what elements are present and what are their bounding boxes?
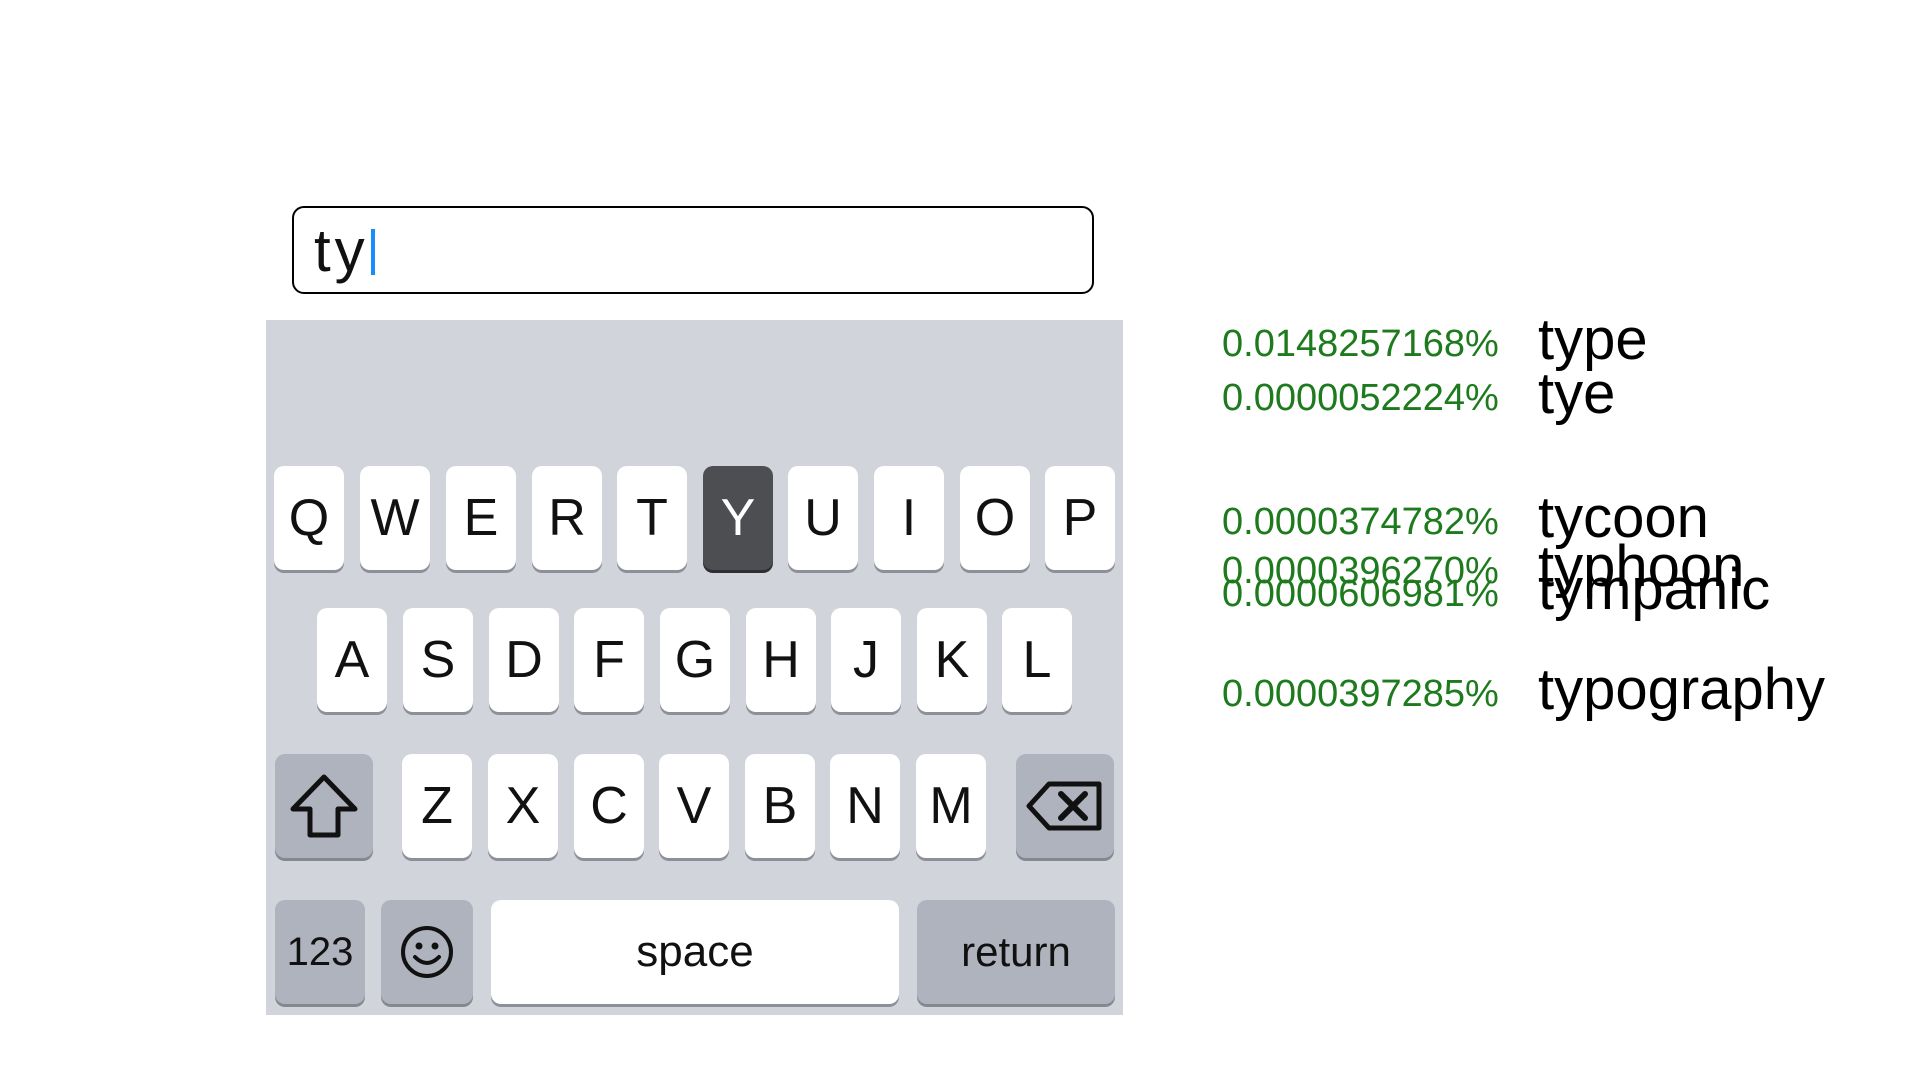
- backspace-icon: [1025, 778, 1105, 834]
- key-a[interactable]: A: [317, 608, 387, 712]
- shift-arrow-icon: [289, 773, 359, 839]
- key-m[interactable]: M: [916, 754, 986, 858]
- prediction-percent: 0.0000606981%: [1222, 573, 1499, 615]
- delete-key[interactable]: [1016, 754, 1114, 858]
- key-f[interactable]: F: [574, 608, 644, 712]
- key-t[interactable]: T: [617, 466, 687, 570]
- prediction-word: tympanic: [1538, 557, 1771, 622]
- prediction-percent: 0.0148257168%: [1222, 323, 1499, 365]
- return-key[interactable]: return: [917, 900, 1115, 1004]
- key-x[interactable]: X: [488, 754, 558, 858]
- smiley-icon: [399, 924, 455, 980]
- key-k[interactable]: K: [917, 608, 987, 712]
- text-caret: [370, 229, 375, 275]
- key-e[interactable]: E: [446, 466, 516, 570]
- prediction-percent: 0.0000374782%: [1222, 501, 1499, 543]
- on-screen-keyboard: Q W E R T Y U I O P A S D F G H J K L Z …: [266, 320, 1123, 1015]
- prediction-percent: 0.0000397285%: [1222, 673, 1499, 715]
- key-l[interactable]: L: [1002, 608, 1072, 712]
- numbers-key[interactable]: 123: [275, 900, 365, 1004]
- key-r[interactable]: R: [532, 466, 602, 570]
- key-o[interactable]: O: [960, 466, 1030, 570]
- key-z[interactable]: Z: [402, 754, 472, 858]
- key-s[interactable]: S: [403, 608, 473, 712]
- key-n[interactable]: N: [830, 754, 900, 858]
- key-h[interactable]: H: [746, 608, 816, 712]
- key-c[interactable]: C: [574, 754, 644, 858]
- input-value: ty: [314, 216, 375, 286]
- key-q[interactable]: Q: [274, 466, 344, 570]
- key-i[interactable]: I: [874, 466, 944, 570]
- prediction-word: typography: [1538, 657, 1825, 722]
- key-d[interactable]: D: [489, 608, 559, 712]
- text-input[interactable]: ty: [292, 206, 1094, 294]
- key-v[interactable]: V: [659, 754, 729, 858]
- key-p[interactable]: P: [1045, 466, 1115, 570]
- space-key[interactable]: space: [491, 900, 899, 1004]
- key-b[interactable]: B: [745, 754, 815, 858]
- key-y-pressed[interactable]: Y: [703, 466, 773, 570]
- key-w[interactable]: W: [360, 466, 430, 570]
- key-g[interactable]: G: [660, 608, 730, 712]
- shift-key[interactable]: [275, 754, 373, 858]
- emoji-key[interactable]: [381, 900, 473, 1004]
- key-j[interactable]: J: [831, 608, 901, 712]
- prediction-word: tye: [1538, 361, 1616, 426]
- prediction-percent: 0.0000052224%: [1222, 377, 1499, 419]
- key-u[interactable]: U: [788, 466, 858, 570]
